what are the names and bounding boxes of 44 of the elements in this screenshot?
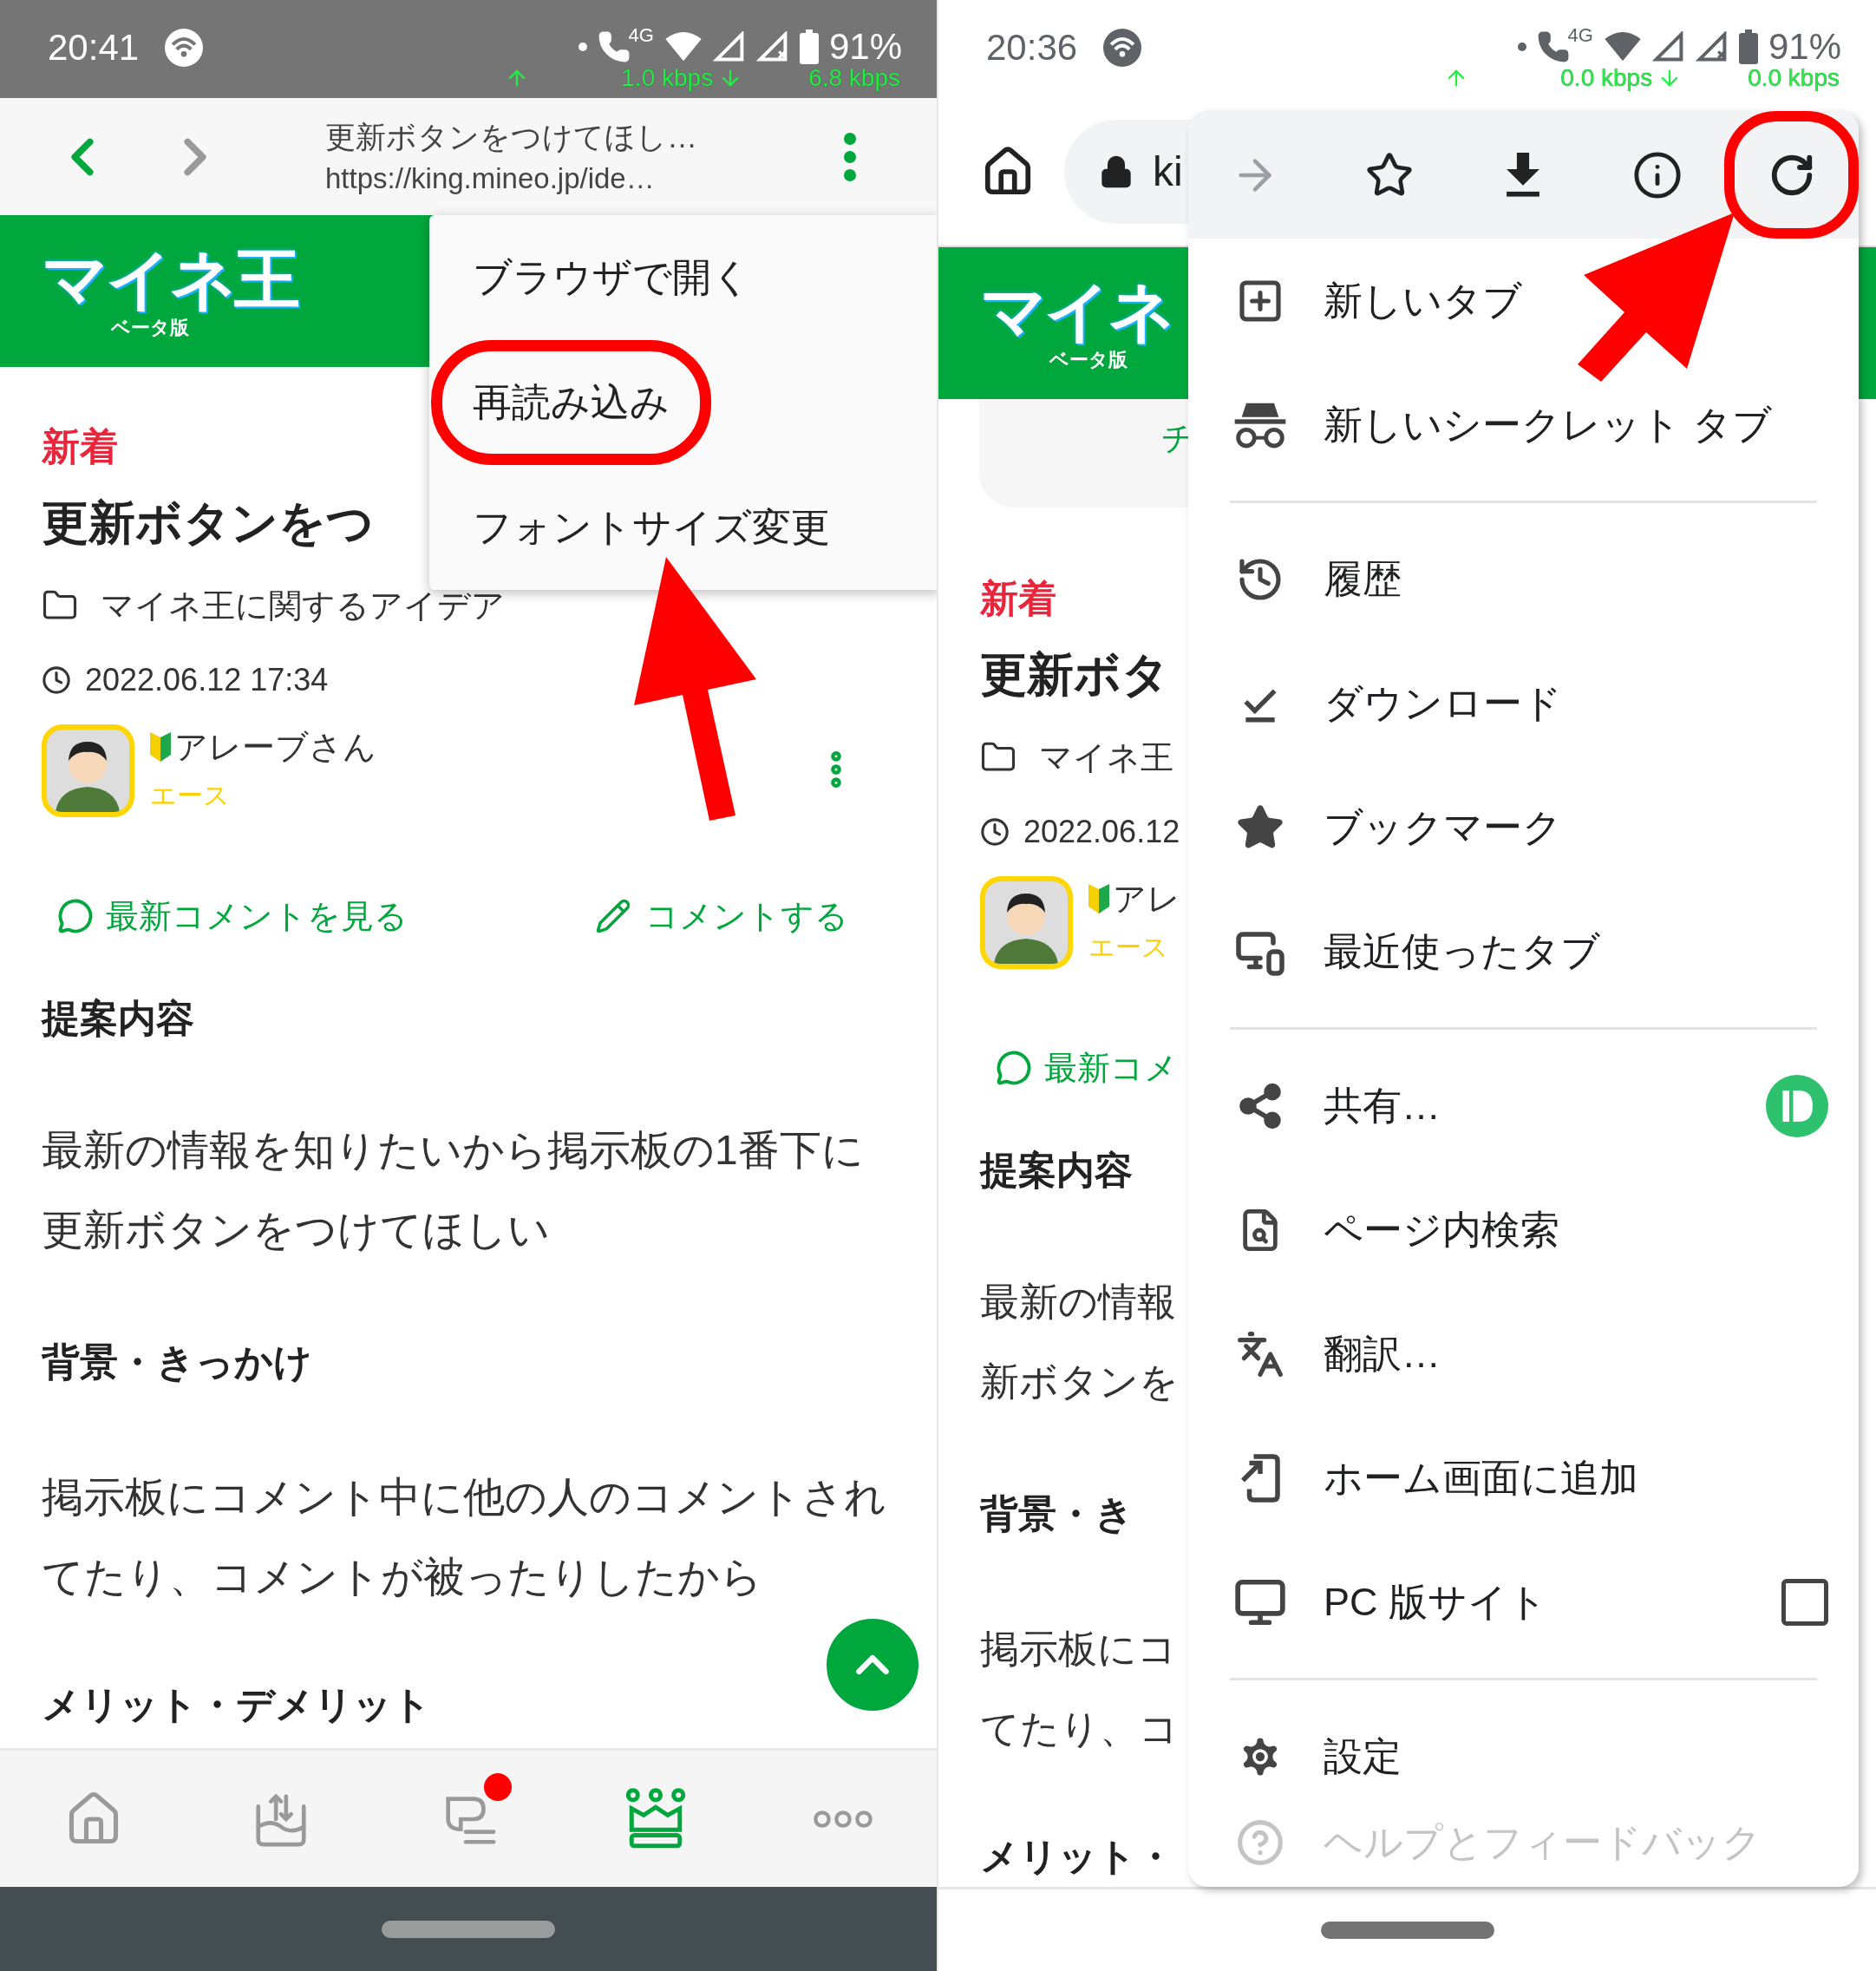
menu-item-label: PC 版サイト xyxy=(1324,1578,1547,1626)
menu-item-label: 設定 xyxy=(1324,1732,1402,1780)
menu-item-label: 共有… xyxy=(1324,1082,1441,1130)
upload-rate-text: 1.0 kbps xyxy=(621,64,714,92)
network-label: 4G xyxy=(1567,26,1593,45)
section-heading: 背景・き xyxy=(980,1491,1134,1536)
post-date: 2022.06.12 17:34 xyxy=(85,661,329,699)
menu-item-label: ホーム画面に追加 xyxy=(1324,1454,1638,1502)
menu-item-label: 新しいシークレット タブ xyxy=(1324,401,1772,449)
section-heading: メリット・デメリット xyxy=(42,1682,431,1727)
logo-caption: ベータ版 xyxy=(1049,347,1128,372)
new-badge-text: 新着 xyxy=(980,576,1056,621)
rank-label: エース xyxy=(1088,932,1168,963)
clock-text: 20:41 xyxy=(48,26,140,69)
menu-item-label: ブックマーク xyxy=(1324,803,1562,851)
section-body-line: 新ボタンを xyxy=(980,1359,1179,1405)
post-title: 更新ボタンをつ xyxy=(42,495,374,550)
rank-label: エース xyxy=(150,780,230,811)
clock-text: 20:36 xyxy=(986,26,1078,69)
section-heading: 提案内容 xyxy=(42,996,194,1041)
menu-item-label: ダウンロード xyxy=(1324,679,1562,727)
upload-rate-text: 0.0 kbps xyxy=(1560,64,1653,92)
menu-item-label: 新しいタブ xyxy=(1324,277,1522,324)
section-body: 掲示板にコメント中に他の人のコメントされてたり、コメントが被ったりしたから xyxy=(42,1473,887,1601)
section-body-line: 掲示板にコ xyxy=(980,1626,1177,1673)
page-title: 更新ボタンをつけてほし… xyxy=(325,118,697,155)
url-text: ki xyxy=(1153,147,1183,196)
new-badge-text: 新着 xyxy=(42,424,118,469)
page-url: https://king.mineo.jp/ide… xyxy=(325,160,656,196)
section-heading: 提案内容 xyxy=(980,1148,1133,1193)
menu-item-label: 最近使ったタブ xyxy=(1324,927,1600,975)
menu-item-label: ページ内検索 xyxy=(1324,1206,1559,1254)
section-body-line: てたり、コ xyxy=(980,1706,1179,1752)
menu-item-label: 翻訳… xyxy=(1324,1330,1441,1378)
section-body: 最新の情報を知りたいから掲示板の1番下に更新ボタンをつけてほしい xyxy=(42,1126,865,1254)
menu-item-label: 履歴 xyxy=(1324,555,1402,603)
logo-caption: ベータ版 xyxy=(111,315,189,340)
post-date: 2022.06.12 xyxy=(1023,813,1180,851)
menu-item-label: ヘルプとフィードバック xyxy=(1324,1819,1762,1866)
network-label: 4G xyxy=(628,26,654,45)
section-heading: メリット・ xyxy=(980,1834,1174,1879)
section-heading: 背景・きっかけ xyxy=(42,1339,312,1385)
section-body-line: 最新の情報 xyxy=(980,1279,1176,1326)
post-title: 更新ボタ xyxy=(980,647,1169,702)
